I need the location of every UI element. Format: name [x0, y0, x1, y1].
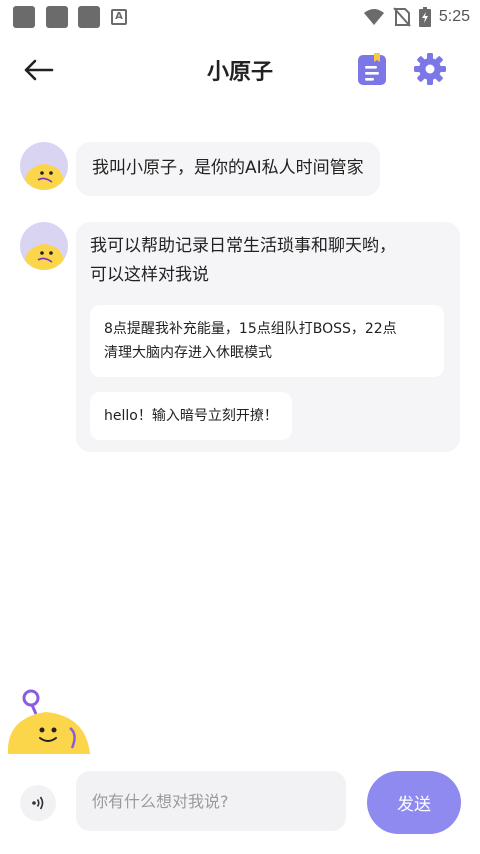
message-input[interactable] [76, 771, 346, 831]
message-text-line: 我可以帮助记录日常生活琐事和聊天哟， [90, 236, 396, 256]
suggestion-text-line: 清理大脑内存进入休眠模式 [104, 345, 272, 361]
message-text: 我叫小原子，是你的AI私人时间管家 [92, 158, 364, 178]
message-bubble: 我可以帮助记录日常生活琐事和聊天哟， 可以这样对我说 8点提醒我补充能量，15点… [76, 222, 460, 452]
no-sim-icon [393, 7, 411, 27]
notification-icon [46, 6, 68, 28]
battery-charging-icon [418, 7, 431, 27]
message-text-line: 可以这样对我说 [90, 265, 209, 285]
mascot-icon [23, 244, 65, 270]
bot-avatar [20, 142, 68, 190]
settings-button[interactable] [413, 52, 447, 86]
suggestion-text: hello！输入暗号立刻开撩！ [104, 408, 278, 424]
suggestion-chip[interactable]: hello！输入暗号立刻开撩！ [90, 392, 292, 440]
wifi-icon [363, 9, 384, 25]
page-title: 小原子 [206, 60, 273, 85]
notification-icon [13, 6, 35, 28]
status-bar: A 5:25 [0, 0, 480, 34]
keyboard-icon: A [111, 9, 127, 25]
status-icons: 5:25 [363, 5, 470, 29]
notes-button[interactable] [356, 52, 388, 86]
message-bubble: 我叫小原子，是你的AI私人时间管家 [76, 142, 380, 196]
gear-icon [414, 53, 446, 85]
bot-avatar [20, 222, 68, 270]
voice-button[interactable] [20, 785, 56, 821]
suggestion-chip[interactable]: 8点提醒我补充能量，15点组队打BOSS，22点 清理大脑内存进入休眠模式 [90, 305, 444, 377]
mascot-icon [23, 164, 65, 190]
floating-mascot[interactable] [6, 688, 96, 758]
clock: 5:25 [438, 8, 470, 25]
header: 小原子 [0, 40, 480, 100]
send-button[interactable]: 发送 [367, 771, 461, 834]
document-icon [358, 53, 386, 85]
voice-icon [32, 796, 44, 810]
mascot-icon [7, 689, 90, 754]
notification-icon [78, 6, 100, 28]
suggestion-text-line: 8点提醒我补充能量，15点组队打BOSS，22点 [104, 321, 397, 337]
